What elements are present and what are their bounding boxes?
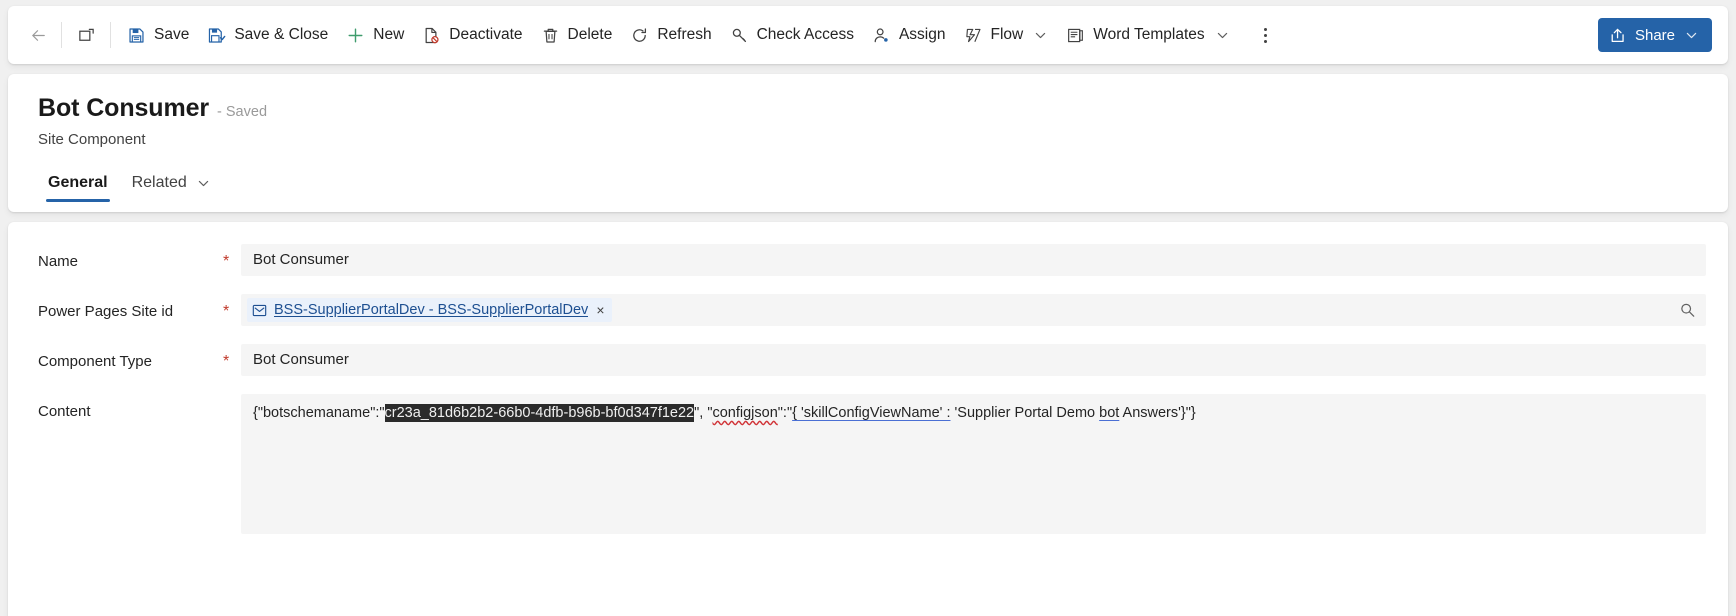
content-textarea[interactable]: {"botschemaname":"cr23a_81d6b2b2-66b0-4d… <box>241 394 1706 534</box>
chevron-down-icon <box>1217 32 1227 38</box>
delete-button[interactable]: Delete <box>532 17 622 53</box>
flow-icon <box>965 28 981 42</box>
save-state-label: - Saved <box>217 104 268 120</box>
content-segment-1: cr23a_81d6b2b2-66b0-4dfb-b96b-bf0d347f1e… <box>384 404 695 422</box>
lookup-pill-label: BSS-SupplierPortalDev - BSS-SupplierPort… <box>274 302 589 318</box>
plus-icon <box>348 28 363 42</box>
field-component-type-label: Component Type <box>38 353 152 370</box>
chevron-down-icon <box>1686 32 1697 38</box>
trash-icon <box>543 28 557 43</box>
field-content-control: {"botschemaname":"cr23a_81d6b2b2-66b0-4d… <box>241 394 1706 534</box>
refresh-button-label: Refresh <box>657 26 712 44</box>
form-tab-list: General Related <box>38 170 1728 204</box>
entity-name-label: Site Component <box>38 131 146 148</box>
share-icon <box>1611 28 1624 42</box>
word-templates-button[interactable]: Word Templates <box>1057 17 1238 53</box>
content-segment-5: { 'skillConfigViewName' : <box>792 405 951 421</box>
content-segment-8: Answers'}"} <box>1119 405 1196 421</box>
key-icon <box>732 28 746 42</box>
content-segment-4: ":" <box>777 405 793 421</box>
content-segment-7: bot <box>1099 405 1120 421</box>
record-header: Bot Consumer - Saved Site Component Gene… <box>8 74 1728 212</box>
save-icon <box>129 27 144 43</box>
share-button-label: Share <box>1634 26 1675 44</box>
command-bar: Save Save & Close New Deactivate Delete … <box>8 6 1728 64</box>
ellipsis-vertical-icon <box>1264 27 1268 43</box>
field-component-type-control: Bot Consumer <box>241 344 1706 376</box>
chevron-down-icon <box>1036 32 1046 38</box>
field-name: Name * Bot Consumer <box>8 244 1728 276</box>
save-button-label: Save <box>154 26 190 44</box>
save-and-close-button-label: Save & Close <box>234 26 329 44</box>
delete-button-label: Delete <box>567 26 613 44</box>
assign-button[interactable]: Assign <box>863 17 955 53</box>
save-button[interactable]: Save <box>118 17 198 53</box>
assign-button-label: Assign <box>898 26 946 44</box>
deactivate-button[interactable]: Deactivate <box>413 17 531 53</box>
command-bar-divider <box>61 22 62 48</box>
open-in-new-window-button[interactable] <box>69 18 103 52</box>
powerpages-site-id-lookup-input[interactable]: BSS-SupplierPortalDev - BSS-SupplierPort… <box>241 294 1706 326</box>
check-access-button[interactable]: Check Access <box>721 17 863 53</box>
content-segment-2: ", " <box>694 405 713 421</box>
field-name-label: Name <box>38 253 79 270</box>
tab-general[interactable]: General <box>38 170 118 204</box>
field-name-control: Bot Consumer <box>241 244 1706 276</box>
field-powerpages-site-id: Power Pages Site id * BSS-SupplierPortal… <box>8 294 1728 326</box>
flow-button[interactable]: Flow <box>955 17 1058 53</box>
field-content: Content {"botschemaname":"cr23a_81d6b2b2… <box>8 394 1728 534</box>
name-input[interactable]: Bot Consumer <box>241 244 1706 276</box>
flow-button-label: Flow <box>990 26 1024 44</box>
deactivate-icon <box>425 27 439 43</box>
component-type-input[interactable]: Bot Consumer <box>241 344 1706 376</box>
popout-icon <box>78 28 94 41</box>
page-title: Bot Consumer <box>38 94 210 122</box>
field-content-label: Content <box>38 403 91 420</box>
lookup-pill-remove-icon[interactable]: × <box>595 303 605 317</box>
tab-general-label: General <box>48 174 108 191</box>
deactivate-button-label: Deactivate <box>449 26 523 44</box>
field-name-required-marker: * <box>223 253 230 270</box>
tab-related-label: Related <box>131 174 187 191</box>
field-powerpages-site-id-label: Power Pages Site id <box>38 303 174 320</box>
new-button-label: New <box>373 26 405 44</box>
tab-related[interactable]: Related <box>122 170 221 204</box>
dynamics-record-form-page: Save Save & Close New Deactivate Delete … <box>0 0 1736 616</box>
share-button[interactable]: Share <box>1597 18 1712 52</box>
content-segment-6: 'Supplier Portal Demo <box>950 405 1100 421</box>
person-assign-icon <box>874 27 888 42</box>
record-lookup-icon <box>252 304 267 316</box>
word-templates-button-label: Word Templates <box>1093 26 1205 44</box>
save-and-close-button[interactable]: Save & Close <box>198 17 337 53</box>
field-component-type-required-marker: * <box>223 353 230 370</box>
record-title-row: Bot Consumer - Saved <box>38 94 1728 123</box>
field-component-type: Component Type * Bot Consumer <box>8 344 1728 376</box>
refresh-icon <box>633 27 647 42</box>
field-powerpages-site-id-required-marker: * <box>223 303 230 320</box>
check-access-button-label: Check Access <box>756 26 854 44</box>
content-segment-0: {"botschemaname":" <box>253 405 385 421</box>
form-body: Name * Bot Consumer Power Pages Site id … <box>8 222 1728 616</box>
new-button[interactable]: New <box>337 17 413 53</box>
lookup-pill[interactable]: BSS-SupplierPortalDev - BSS-SupplierPort… <box>247 298 612 322</box>
save-close-icon <box>209 27 226 43</box>
arrow-left-icon <box>31 29 45 41</box>
command-bar-divider-2 <box>110 22 111 48</box>
more-commands-button[interactable] <box>1249 18 1283 52</box>
word-template-icon <box>1068 28 1084 42</box>
field-content-required-spacer <box>223 394 241 403</box>
chevron-down-icon <box>198 180 208 186</box>
search-icon[interactable] <box>1679 302 1696 319</box>
back-button[interactable] <box>22 19 54 51</box>
content-segment-3: configjson <box>712 405 778 421</box>
refresh-button[interactable]: Refresh <box>621 17 720 53</box>
field-powerpages-site-id-control: BSS-SupplierPortalDev - BSS-SupplierPort… <box>241 294 1706 326</box>
